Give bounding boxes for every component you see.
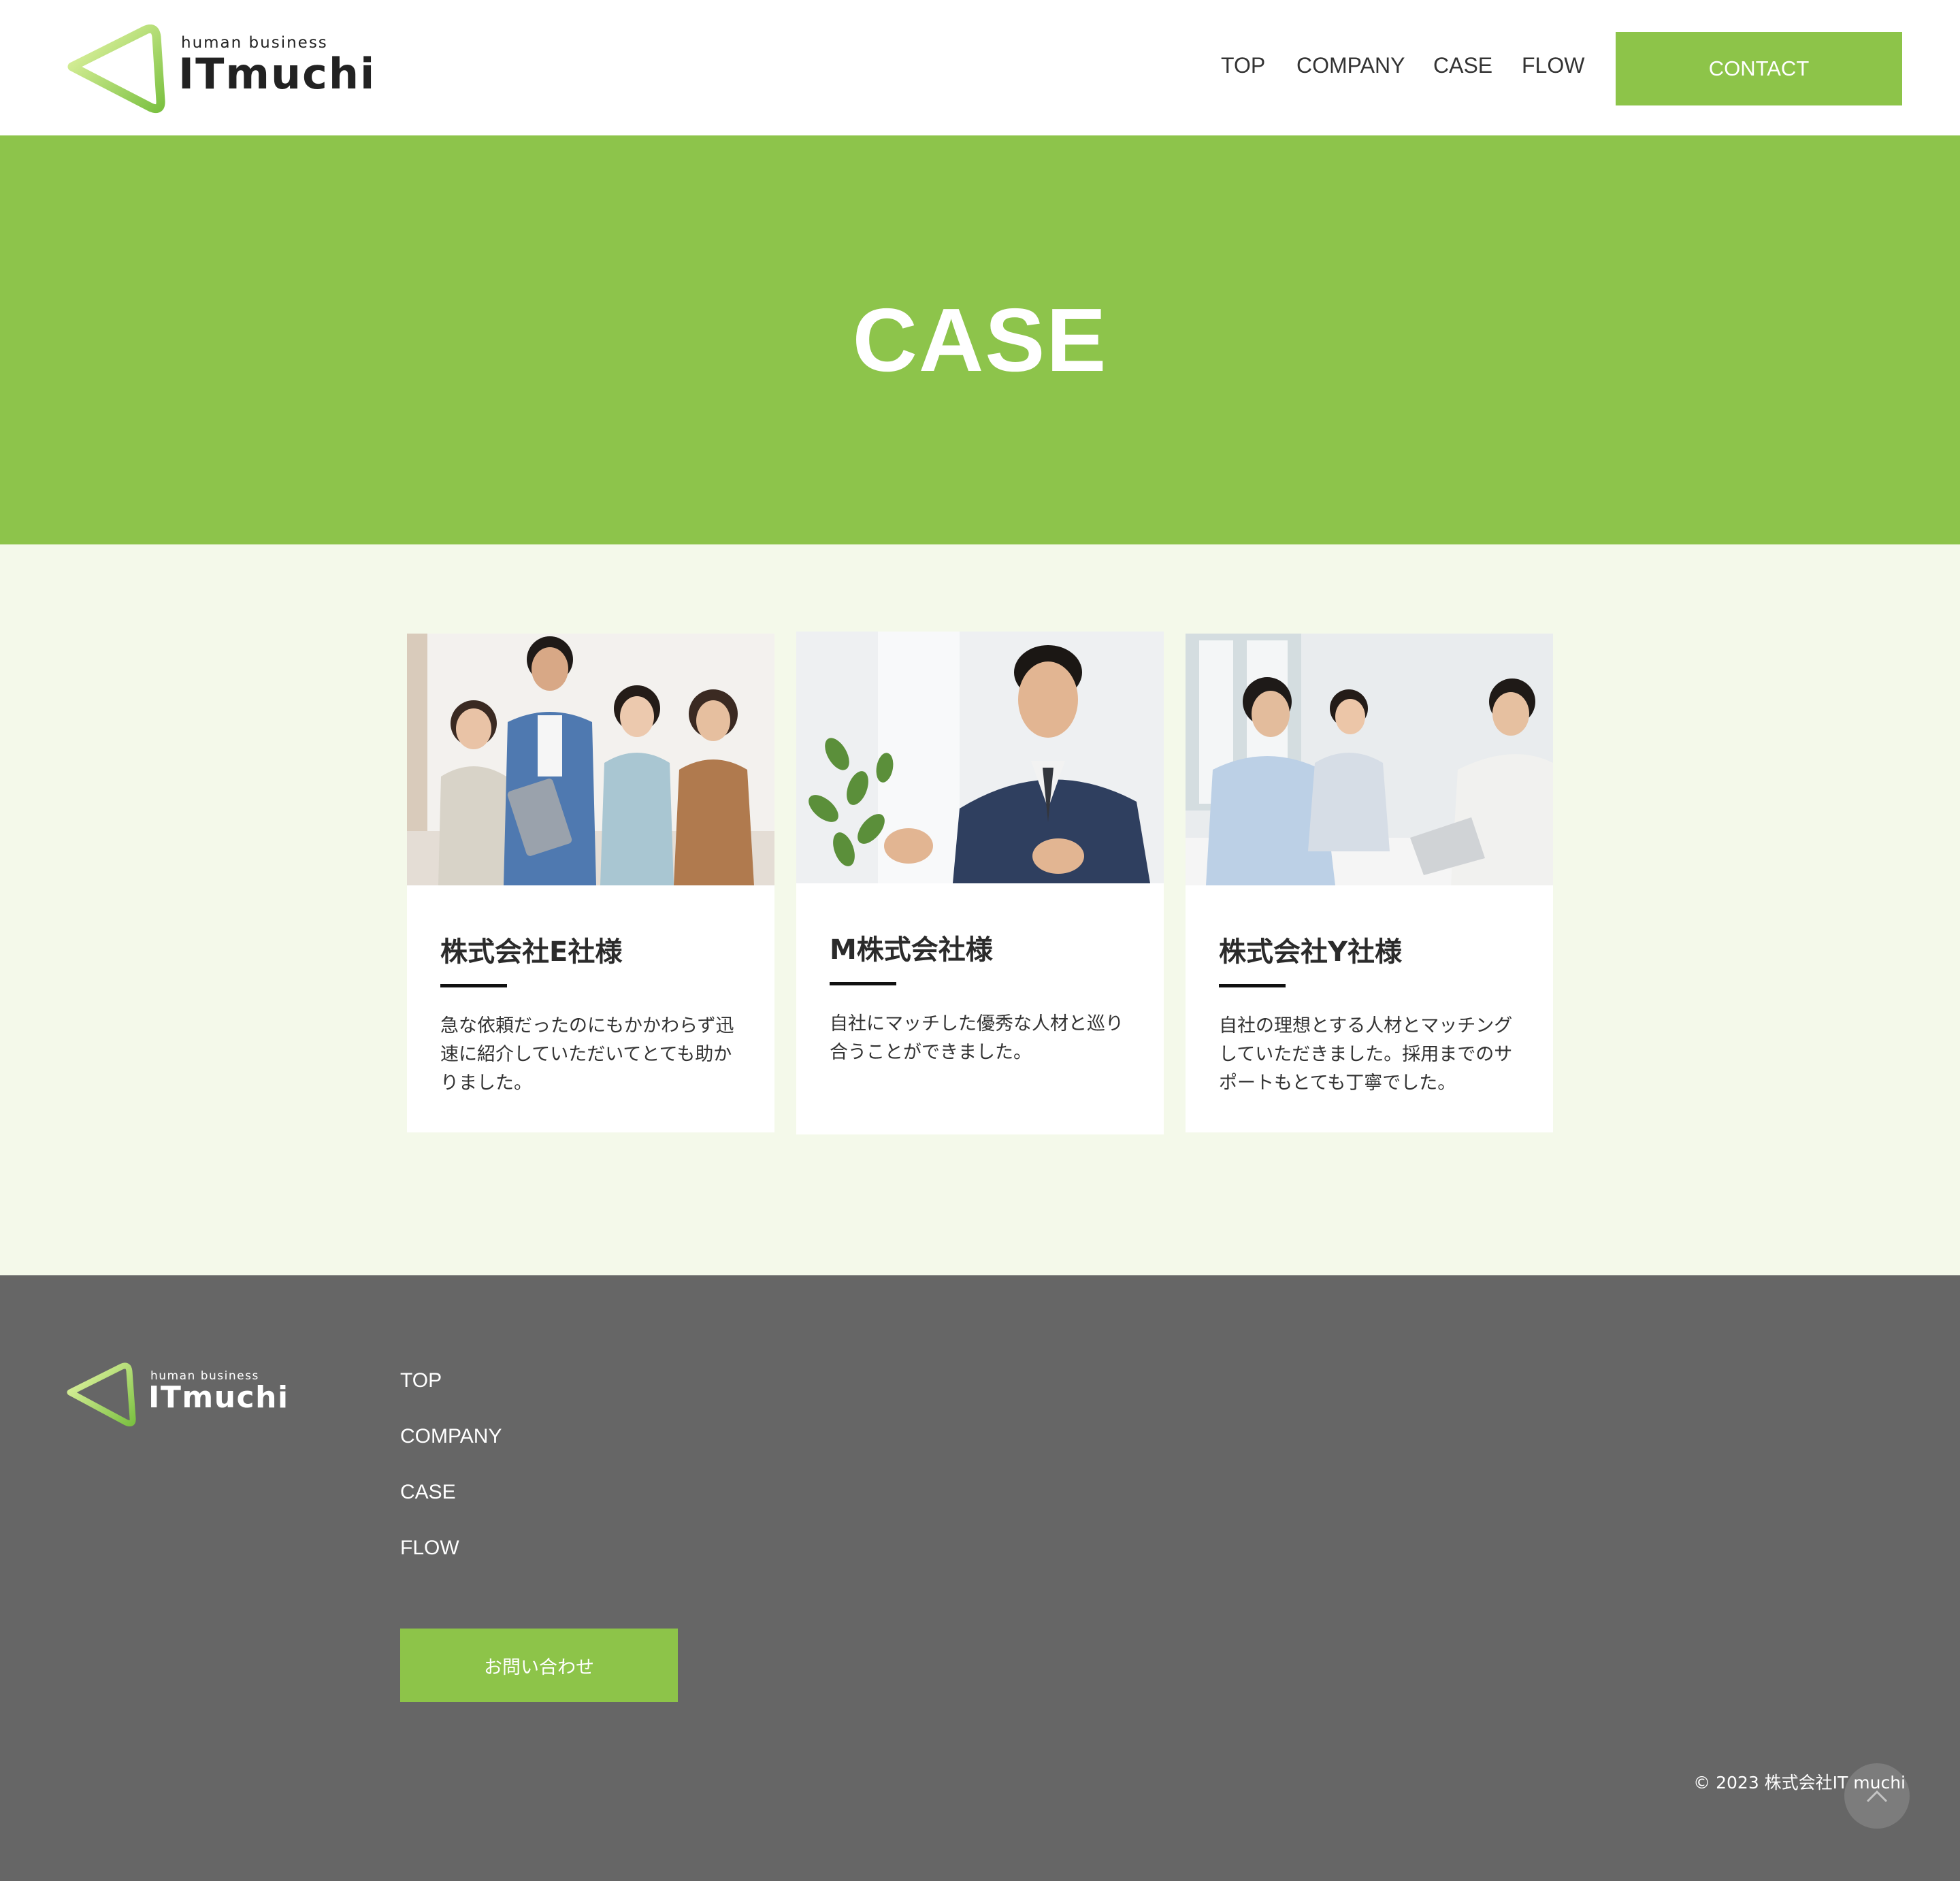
footer-link-company[interactable]: COMPANY	[400, 1425, 502, 1448]
title-underline	[830, 982, 896, 985]
copyright-text: © 2023 株式会社IT muchi	[1693, 1773, 1906, 1793]
site-header: human business ITmuchi TOP COMPANY CASE …	[0, 0, 1960, 135]
footer-contact-button[interactable]: お問い合わせ	[400, 1629, 678, 1702]
nav-case[interactable]: CASE	[1433, 53, 1492, 84]
case-card: 株式会社E社様 急な依頼だったのにもかかわらず迅速に紹介していただいてとても助か…	[407, 634, 774, 1132]
site-footer: human business ITmuchi TOP COMPANY CASE …	[0, 1275, 1960, 1881]
footer-link-case[interactable]: CASE	[400, 1481, 456, 1504]
page-title: CASE	[852, 290, 1108, 390]
footer-link-top[interactable]: TOP	[400, 1369, 442, 1392]
case-photo-group	[407, 634, 774, 885]
case-title: M株式会社様	[830, 934, 993, 966]
logo-triangle-icon	[67, 1362, 136, 1426]
nav-flow[interactable]: FLOW	[1522, 53, 1584, 84]
case-description: 自社の理想とする人材とマッチングしていただきました。採用までのサポートもとても丁…	[1219, 1015, 1513, 1094]
case-photo-businessman	[796, 632, 1164, 883]
case-card: 株式会社Y社様 自社の理想とする人材とマッチングしていただきました。採用までのサ…	[1186, 634, 1553, 1132]
footer-link-flow[interactable]: FLOW	[400, 1537, 459, 1560]
case-title: 株式会社E社様	[440, 936, 623, 968]
case-description: 自社にマッチした優秀な人材と巡り合うことができました。	[830, 1013, 1124, 1063]
logo-triangle-icon	[67, 24, 165, 114]
title-underline	[440, 984, 507, 987]
nav-company[interactable]: COMPANY	[1296, 53, 1405, 84]
logo-wordmark: ITmuchi	[178, 49, 376, 99]
page-hero: CASE	[0, 135, 1960, 544]
case-photo-meeting	[1186, 634, 1553, 885]
footer-logo-wordmark: ITmuchi	[148, 1380, 289, 1415]
footer-logo[interactable]: human business ITmuchi	[65, 1362, 288, 1430]
case-card: M株式会社様 自社にマッチした優秀な人材と巡り合うことができました。	[796, 632, 1164, 1134]
case-title: 株式会社Y社様	[1219, 936, 1402, 968]
site-logo[interactable]: human business ITmuchi	[65, 24, 374, 114]
case-description: 急な依頼だったのにもかかわらず迅速に紹介していただいてとても助かりました。	[440, 1015, 734, 1094]
title-underline	[1219, 984, 1286, 987]
contact-button[interactable]: CONTACT	[1616, 32, 1902, 105]
nav-top[interactable]: TOP	[1221, 53, 1265, 84]
